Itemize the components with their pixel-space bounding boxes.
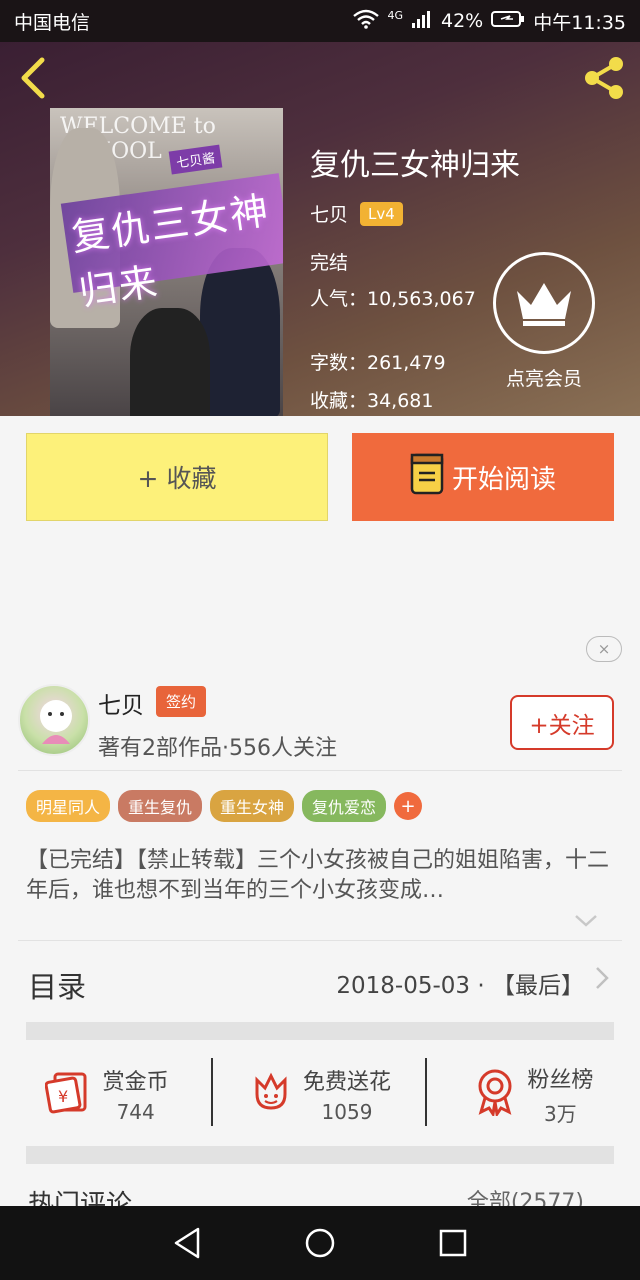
signal-icon xyxy=(411,9,433,34)
medal-icon xyxy=(473,1068,517,1120)
catalog-latest: 2018-05-03 · 【最后】 xyxy=(336,973,584,999)
author-stats: 著有2部作品·556人关注 xyxy=(98,736,337,761)
start-reading-label: 开始阅读 xyxy=(451,464,556,495)
fan-ranking-text: 粉丝榜 3万 xyxy=(527,1062,593,1127)
chevron-right-icon xyxy=(594,964,610,999)
vip-label: 点亮会员 xyxy=(505,368,582,390)
square-recents-icon xyxy=(440,1229,467,1257)
share-button[interactable] xyxy=(580,54,628,102)
catalog-row[interactable]: 目录 2018-05-03 · 【最后】 xyxy=(0,942,640,1022)
send-flower-value: 1059 xyxy=(321,1100,373,1124)
carrier-label: 中国电信 xyxy=(14,11,91,34)
book-icon xyxy=(410,453,444,502)
send-flower-label: 免费送花 xyxy=(302,1070,391,1095)
tag[interactable]: 明星同人 xyxy=(26,790,111,822)
circle-home-icon xyxy=(305,1228,335,1258)
tag[interactable]: 重生女神 xyxy=(210,790,295,822)
hot-comments-header[interactable]: 热门评论 全部(2577) xyxy=(0,1170,640,1210)
tag[interactable]: 重生复仇 xyxy=(118,790,203,822)
network-type-label: 4G xyxy=(387,8,403,22)
reward-coins-button[interactable]: ¥ 赏金币 744 xyxy=(0,1042,214,1146)
battery-percent: 42% xyxy=(441,10,484,32)
fan-ranking-button[interactable]: 粉丝榜 3万 xyxy=(427,1042,640,1146)
level-badge: Lv4 xyxy=(360,201,403,226)
triangle-back-icon xyxy=(174,1227,199,1259)
book-title: 复仇三女神归来 xyxy=(310,148,520,183)
share-icon xyxy=(585,57,623,99)
book-popularity: 人气：10,563,067 xyxy=(310,288,476,310)
fan-ranking-value: 3万 xyxy=(543,1101,577,1126)
send-flower-text: 免费送花 1059 xyxy=(303,1064,391,1124)
svg-text:¥: ¥ xyxy=(58,1087,68,1106)
reward-coins-value: 744 xyxy=(116,1100,155,1124)
book-word-count: 字数：261,479 xyxy=(310,352,446,374)
nav-back-button[interactable] xyxy=(162,1218,212,1268)
section-separator xyxy=(26,1146,614,1164)
divider xyxy=(18,940,622,941)
tag[interactable]: 复仇爱恋 xyxy=(302,790,387,822)
nav-home-button[interactable] xyxy=(295,1218,345,1268)
wifi-icon xyxy=(353,9,380,34)
follow-button[interactable]: +关注 xyxy=(510,695,614,750)
catalog-label: 目录 xyxy=(28,970,87,1004)
start-reading-button[interactable]: 开始阅读 xyxy=(352,433,614,521)
close-ad-button[interactable]: × xyxy=(586,636,622,662)
system-nav-bar xyxy=(0,1206,640,1280)
close-icon: × xyxy=(597,640,611,658)
chevron-down-icon xyxy=(575,915,597,927)
more-tags-button[interactable]: + xyxy=(394,792,423,820)
book-description: 【已完结】【禁止转载】三个小女孩被自己的姐姐陷害，十二年后，谁也想不到当年的三个… xyxy=(26,848,610,903)
fan-ranking-label: 粉丝榜 xyxy=(527,1067,594,1093)
send-flower-button[interactable]: 免费送花 1059 xyxy=(213,1042,427,1146)
status-icons: 4G 42% 中午11:35 xyxy=(353,8,626,35)
book-favorites: 收藏：34,681 xyxy=(310,390,434,412)
book-status: 完结 xyxy=(310,252,349,274)
collect-button[interactable]: + 收藏 xyxy=(26,433,328,521)
cover-figure xyxy=(130,308,210,416)
nav-recents-button[interactable] xyxy=(428,1218,478,1268)
battery-icon xyxy=(491,9,525,34)
author-avatar[interactable] xyxy=(18,684,90,756)
flower-icon xyxy=(249,1070,293,1118)
avatar-illustration xyxy=(40,700,72,744)
clock: 中午11:35 xyxy=(533,11,626,34)
book-header: WELCOME to SCHOOL 七贝酱 复仇三女神归来 复仇三女神归来 七贝… xyxy=(0,42,640,416)
reward-coins-text: 赏金币 744 xyxy=(103,1064,169,1124)
support-stats: ¥ 赏金币 744 免费送花 1059 粉丝榜 3万 xyxy=(0,1042,640,1146)
book-author-line: 七贝 Lv4 xyxy=(310,200,403,227)
tag-list: 明星同人 重生复仇 重生女神 复仇爱恋 + xyxy=(26,790,423,822)
chevron-left-icon xyxy=(21,57,45,99)
divider xyxy=(18,770,622,771)
signed-badge: 签约 xyxy=(156,686,207,717)
vip-button[interactable]: 点亮会员 xyxy=(493,252,595,391)
book-cover[interactable]: WELCOME to SCHOOL 七贝酱 复仇三女神归来 xyxy=(50,108,283,416)
back-button[interactable] xyxy=(16,56,52,100)
book-author[interactable]: 七贝 xyxy=(310,200,348,227)
red-envelope-icon: ¥ xyxy=(44,1070,93,1118)
reward-coins-label: 赏金币 xyxy=(102,1070,169,1095)
author-name[interactable]: 七贝 xyxy=(98,686,144,720)
section-separator xyxy=(26,1022,614,1040)
status-bar: 中国电信 4G 42% 中午11:35 xyxy=(0,0,640,42)
crown-icon xyxy=(493,252,595,354)
expand-description-button[interactable] xyxy=(574,912,598,933)
